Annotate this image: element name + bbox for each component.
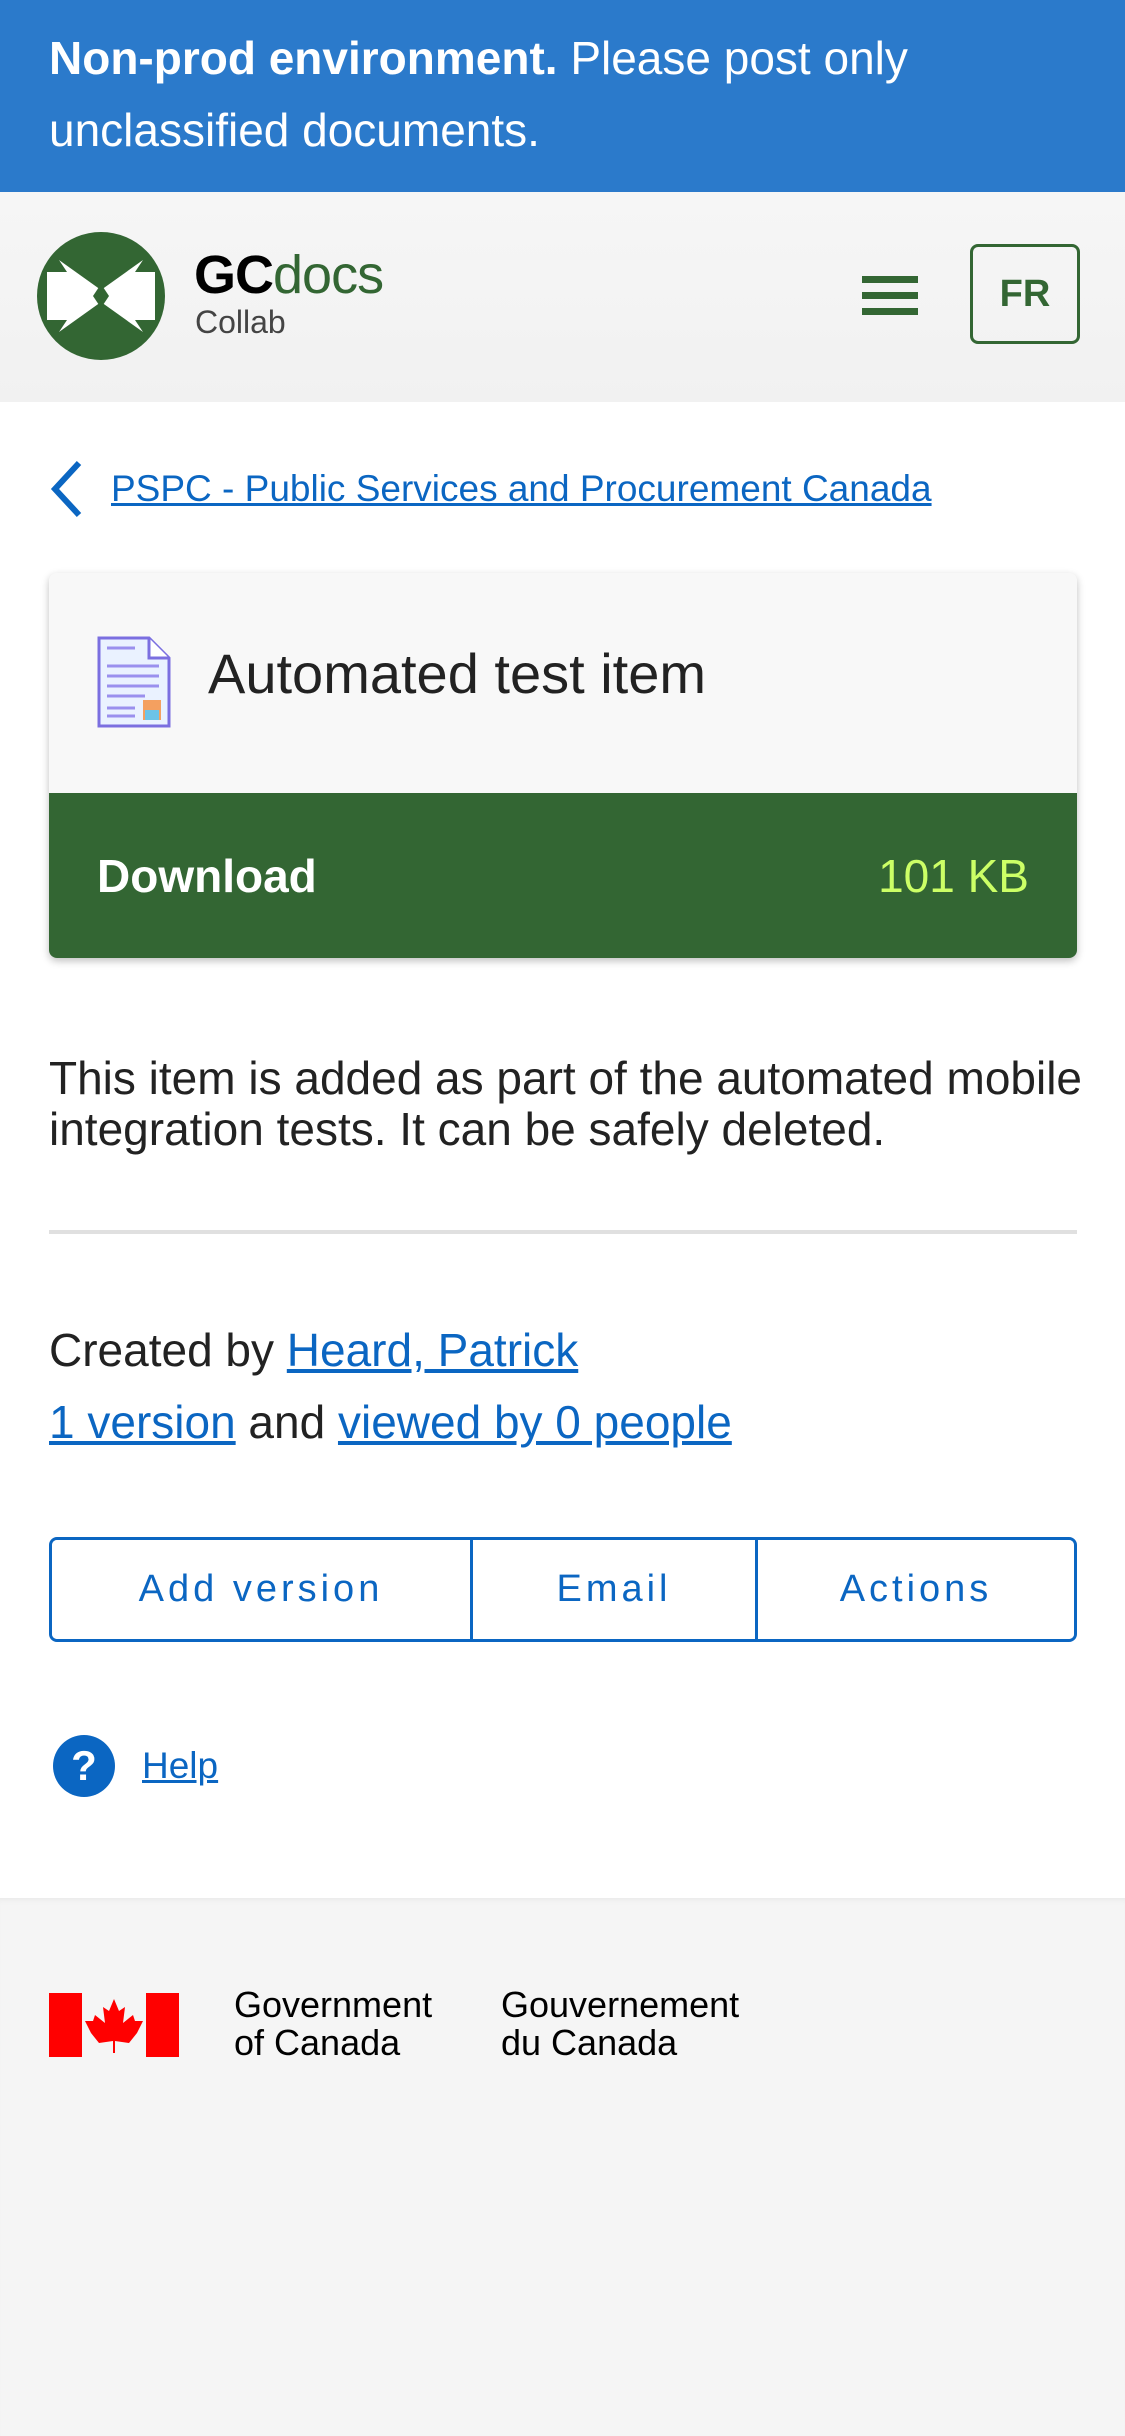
download-label: Download bbox=[97, 849, 317, 902]
email-button[interactable]: Email bbox=[470, 1540, 755, 1639]
site-header: GCdocs Collab FR bbox=[0, 192, 1125, 402]
actions-button[interactable]: Actions bbox=[755, 1540, 1074, 1639]
menu-icon[interactable] bbox=[862, 276, 918, 315]
divider bbox=[49, 1230, 1077, 1234]
language-toggle-button[interactable]: FR bbox=[970, 244, 1080, 344]
created-by-label: Created by bbox=[49, 1324, 287, 1376]
footer: Government of Canada Gouvernement du Canad… bbox=[0, 1898, 1125, 2436]
svg-text:?: ? bbox=[71, 1742, 97, 1789]
breadcrumb-link[interactable]: PSPC - Public Services and Procurement C… bbox=[111, 468, 932, 510]
banner-bold: Non-prod environment. bbox=[49, 32, 558, 84]
item-card: Automated test item Download 101 KB bbox=[49, 573, 1077, 958]
environment-banner: Non-prod environment. Please post only u… bbox=[0, 0, 1125, 192]
author-link[interactable]: Heard, Patrick bbox=[287, 1324, 578, 1376]
download-button[interactable]: Download 101 KB bbox=[49, 793, 1077, 958]
government-of-canada-fr: Gouvernement du Canada bbox=[501, 1986, 739, 2062]
document-icon bbox=[97, 636, 171, 728]
help-icon[interactable]: ? bbox=[52, 1734, 116, 1798]
footer-fr-line1: Gouvernement bbox=[501, 1984, 740, 2025]
brand-gc: GC bbox=[194, 245, 274, 305]
footer-en-line2: of Canada bbox=[234, 2022, 401, 2063]
footer-fr-line2: du Canada bbox=[501, 2022, 678, 2063]
and-text: and bbox=[235, 1396, 338, 1448]
help: ? Help bbox=[52, 1734, 218, 1798]
brand-docs: docs bbox=[273, 245, 384, 305]
versions-link[interactable]: 1 version bbox=[49, 1396, 236, 1448]
gcdocs-logo-icon[interactable] bbox=[37, 232, 165, 360]
chevron-left-icon[interactable] bbox=[49, 460, 83, 518]
brand-name: GCdocs bbox=[194, 244, 384, 306]
help-link[interactable]: Help bbox=[142, 1745, 218, 1787]
action-button-group: Add version Email Actions bbox=[49, 1537, 1077, 1642]
breadcrumb: PSPC - Public Services and Procurement C… bbox=[49, 460, 932, 518]
item-meta: Created by Heard, Patrick 1 version and … bbox=[49, 1314, 732, 1458]
footer-en-line1: Government bbox=[234, 1984, 433, 2025]
file-size: 101 KB bbox=[878, 849, 1029, 902]
item-title: Automated test item bbox=[208, 642, 707, 705]
item-description: This item is added as part of the automa… bbox=[49, 1052, 1083, 1155]
views-link[interactable]: viewed by 0 people bbox=[338, 1396, 732, 1448]
government-of-canada-en: Government of Canada bbox=[234, 1986, 432, 2062]
add-version-button[interactable]: Add version bbox=[52, 1540, 470, 1639]
brand-subtitle: Collab bbox=[195, 304, 286, 340]
canada-flag-icon bbox=[49, 1993, 179, 2057]
